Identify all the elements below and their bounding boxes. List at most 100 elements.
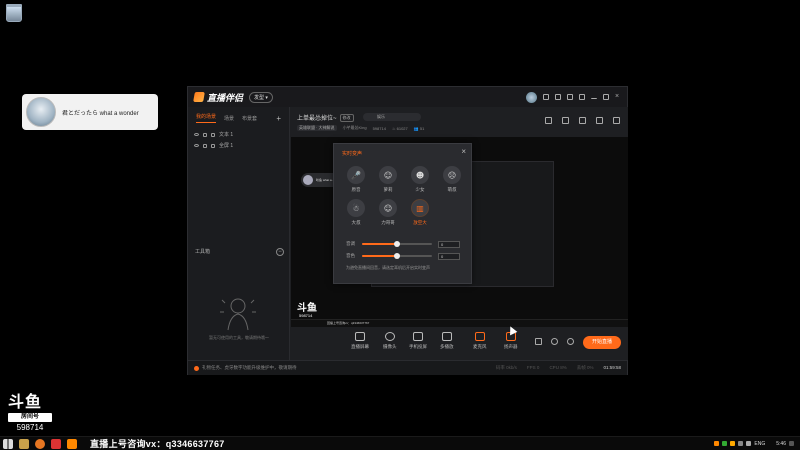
game-category-field[interactable]: 娱乐 (363, 113, 421, 121)
lock-icon[interactable] (203, 132, 207, 137)
camera-button[interactable]: 摄像头 (383, 332, 397, 350)
douyu-icon[interactable] (67, 438, 77, 449)
screen-capture-button[interactable]: 直播屏幕 (351, 332, 369, 350)
network-icon[interactable] (738, 441, 744, 446)
windows-taskbar: 直播上号咨询vx：q3346637767 ENG 5:46 (0, 436, 800, 450)
stat-bitrate: 码率 0kb/s (495, 365, 517, 370)
scene-item[interactable]: 文本 1 (188, 129, 289, 140)
lock-icon[interactable] (562, 117, 569, 124)
tab-scenes[interactable]: 场景 (224, 115, 234, 122)
watermark-brand: 斗鱼 (8, 392, 43, 411)
voice-effect-label: 大叔 (351, 220, 361, 225)
menu-icon[interactable] (579, 94, 585, 100)
scene-tabs: 我的场景 场景 布景套 + (188, 107, 289, 129)
volume-icon[interactable] (746, 441, 752, 446)
eye-icon[interactable] (551, 338, 558, 345)
voice-effect-option[interactable]: 🎤 原音 (340, 166, 372, 193)
microphone-button[interactable]: 麦克风 (473, 332, 487, 350)
timbre-handle[interactable] (394, 253, 400, 259)
gear-icon[interactable] (567, 338, 574, 345)
pitch-slider[interactable] (362, 241, 432, 247)
voice-effect-option[interactable]: ☃ 大叔 (340, 199, 372, 226)
user-avatar[interactable] (526, 91, 537, 103)
share-icon[interactable] (613, 117, 620, 124)
voice-effect-label: 萌叔 (447, 187, 457, 192)
message-icon[interactable] (543, 94, 549, 100)
voice-effect-option[interactable]: ☺ 萝莉 (372, 166, 404, 193)
empty-toolbox-text: 暂无可使用的工具，敬请期待哦～ (209, 335, 269, 340)
recycle-bin-icon[interactable] (6, 4, 22, 22)
app-icon[interactable] (51, 438, 61, 449)
video-icon[interactable] (535, 338, 542, 345)
scene-item[interactable]: 全屏 1 (188, 140, 289, 151)
multi-play-button[interactable]: 多播放 (440, 332, 454, 350)
toolbox-collapse-button[interactable]: − (276, 248, 284, 256)
voice-effect-option[interactable]: ☻ 少女 (404, 166, 436, 193)
browser-icon[interactable] (35, 438, 45, 449)
pitch-value-field[interactable]: 0 (438, 240, 460, 248)
toolbox-label: 工具箱 (195, 249, 211, 255)
desktop: 君とだったら what a wonder 斗鱼 房间号 598714 直播伴侣 … (0, 0, 800, 450)
phone-cast-button[interactable]: 手机投屏 (409, 332, 427, 350)
go-live-button[interactable]: 开始直播 (583, 336, 621, 349)
microphone-icon (474, 332, 485, 341)
preview-room-number: 598714 (299, 313, 313, 318)
notification-text: 君とだったら what a wonder (62, 110, 139, 117)
tray-app-icon[interactable] (722, 441, 728, 446)
scene-label: 全屏 1 (219, 143, 234, 149)
status-bar: 礼物任务、虎牙数字功能升级维护中，敬请期待 码率 0kb/s FPS 0 CPU… (188, 360, 627, 375)
gift-icon[interactable] (545, 117, 552, 124)
close-icon[interactable]: × (461, 147, 466, 156)
notification-center-icon[interactable] (789, 441, 794, 446)
voice-effect-option[interactable]: ▥ 放空大 (404, 199, 436, 226)
settings-icon[interactable] (555, 94, 561, 100)
timbre-slider[interactable] (362, 253, 432, 259)
music-notification[interactable]: 君とだったら what a wonder (22, 94, 158, 130)
input-language[interactable]: ENG (754, 441, 765, 447)
play-icon (441, 332, 452, 341)
scene-label: 文本 1 (219, 132, 234, 138)
voice-effect-icon: ▥ (411, 199, 429, 217)
scene-panel: 我的场景 场景 布景套 + 文本 1 全屏 1 工具箱 − 暂无可使用的工具，敬… (188, 107, 290, 360)
header-tools (545, 117, 620, 124)
app-name: 直播伴侣 (207, 92, 244, 103)
pitch-handle[interactable] (394, 241, 400, 247)
start-icon[interactable] (3, 438, 13, 449)
tray-app-icon[interactable] (714, 441, 720, 446)
avatar (303, 175, 313, 185)
fullscreen-icon (211, 143, 215, 148)
maximize-icon[interactable] (603, 94, 609, 100)
voice-changer-dialog: 实时变声 × 🎤 原音 ☺ 萝莉 ☻ 少女 ☹ 萌叔 ☃ 大叔 ☺ 力哥哥 ▥ 放空大 音调 0 音色 0… (333, 143, 472, 284)
eye-icon[interactable] (194, 144, 199, 147)
voice-effect-grid: 🎤 原音 ☺ 萝莉 ☻ 少女 ☹ 萌叔 ☃ 大叔 ☺ 力哥哥 ▥ 放空大 (340, 166, 468, 226)
voice-effect-icon: ☺ (379, 199, 397, 217)
eye-icon[interactable] (194, 133, 199, 136)
version-pill[interactable]: 发型 ▾ (249, 91, 273, 103)
tab-my-scenes[interactable]: 我的场景 (196, 113, 217, 123)
voice-effect-option[interactable]: ☺ 力哥哥 (372, 199, 404, 226)
room-number: 598714 (372, 125, 386, 131)
timbre-slider-row: 音色 0 (346, 252, 464, 260)
lock-icon[interactable] (203, 143, 207, 148)
minimize-icon[interactable] (591, 96, 597, 99)
voice-effect-label: 少女 (415, 187, 425, 192)
add-scene-button[interactable]: + (276, 114, 281, 123)
voice-effect-option[interactable]: ☹ 萌叔 (436, 166, 468, 193)
tab-layouts[interactable]: 布景套 (242, 115, 257, 122)
edit-title-button[interactable]: 修改 (339, 113, 354, 122)
system-tray: ENG 5:46 (714, 441, 800, 447)
tray-app-icon[interactable] (730, 441, 736, 446)
stream-title-row: 上单最怂掉位~ 修改 (297, 113, 354, 122)
shirt-icon[interactable] (567, 94, 573, 100)
dialog-note: 为避免直播间回音，请选定耳机后开启实时变声 (346, 265, 430, 270)
timbre-value-field[interactable]: 0 (438, 252, 460, 260)
empty-toolbox-illustration (220, 298, 256, 331)
close-icon[interactable]: × (615, 93, 621, 100)
record-icon[interactable] (579, 117, 586, 124)
clock[interactable]: 5:46 (776, 441, 786, 447)
file-explorer-icon[interactable] (19, 438, 29, 449)
pitch-fill (362, 243, 397, 245)
stream-title[interactable]: 上单最怂掉位~ (297, 113, 337, 122)
streamer-name: 小芊最怂King (342, 125, 367, 130)
bell-icon[interactable] (596, 117, 603, 124)
